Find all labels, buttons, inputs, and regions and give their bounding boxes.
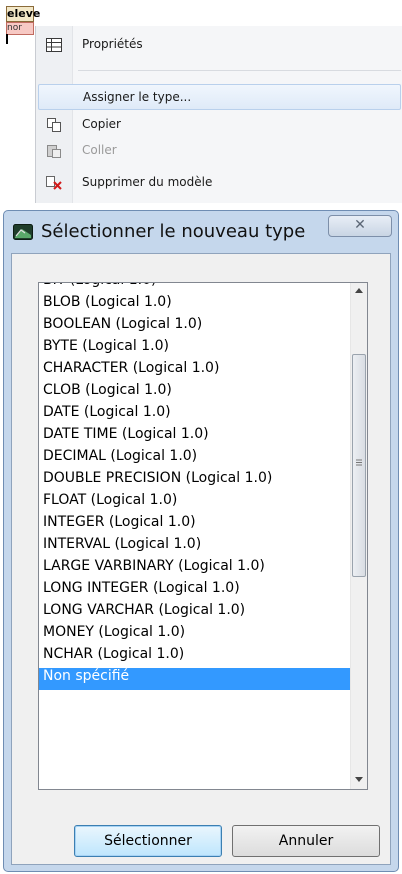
menu-item-label: Supprimer du modèle — [82, 175, 213, 189]
scroll-down-button[interactable] — [351, 772, 367, 789]
menu-item-assign-type[interactable]: Assigner le type... — [38, 84, 401, 110]
menu-item-label: Coller — [82, 143, 117, 157]
copy-icon — [47, 118, 61, 132]
list-item[interactable]: LARGE VARBINARY (Logical 1.0) — [39, 558, 352, 580]
menu-item-label: Propriétés — [82, 37, 143, 51]
menu-item-paste[interactable]: Coller — [36, 138, 402, 164]
menu-item-copy[interactable]: Copier — [36, 112, 402, 138]
app-icon — [13, 224, 33, 240]
list-item[interactable]: LONG INTEGER (Logical 1.0) — [39, 580, 352, 602]
delete-icon — [46, 176, 62, 190]
cancel-button[interactable]: Annuler — [232, 825, 380, 857]
list-item[interactable]: CHARACTER (Logical 1.0) — [39, 360, 352, 382]
grip-icon — [356, 459, 362, 466]
list-item[interactable]: BOOLEAN (Logical 1.0) — [39, 316, 352, 338]
list-item[interactable]: NCHAR (Logical 1.0) — [39, 646, 352, 668]
scrollbar-thumb[interactable] — [352, 354, 366, 577]
scroll-up-button[interactable] — [351, 283, 367, 300]
list-item[interactable]: CLOB (Logical 1.0) — [39, 382, 352, 404]
list-item[interactable]: DOUBLE PRECISION (Logical 1.0) — [39, 470, 352, 492]
list-item[interactable]: INTERVAL (Logical 1.0) — [39, 536, 352, 558]
menu-item-label: Copier — [82, 117, 121, 131]
menu-separator — [78, 70, 401, 71]
close-button[interactable]: ✕ — [328, 215, 392, 237]
entity-attribute[interactable]: nor — [6, 22, 34, 35]
list-item[interactable]: BLOB (Logical 1.0) — [39, 294, 352, 316]
type-listbox[interactable]: BIT (Logical 1.0)BLOB (Logical 1.0)BOOLE… — [38, 282, 368, 790]
dialog-client: BIT (Logical 1.0)BLOB (Logical 1.0)BOOLE… — [11, 253, 391, 865]
paste-icon — [47, 145, 61, 158]
list-item[interactable]: BYTE (Logical 1.0) — [39, 338, 352, 360]
table-icon — [46, 38, 62, 52]
menu-item-delete-from-model[interactable]: Supprimer du modèle — [36, 170, 402, 196]
menu-item-properties[interactable]: Propriétés — [36, 32, 402, 58]
list-item[interactable]: LONG VARCHAR (Logical 1.0) — [39, 602, 352, 624]
type-list: BIT (Logical 1.0)BLOB (Logical 1.0)BOOLE… — [39, 283, 352, 690]
select-type-dialog: Sélectionner le nouveau type ✕ BIT (Logi… — [3, 210, 399, 872]
list-item[interactable]: DATE TIME (Logical 1.0) — [39, 426, 352, 448]
entity-title[interactable]: eleve — [6, 6, 40, 22]
select-button[interactable]: Sélectionner — [74, 825, 222, 857]
list-item[interactable]: DATE (Logical 1.0) — [39, 404, 352, 426]
list-item[interactable]: MONEY (Logical 1.0) — [39, 624, 352, 646]
close-icon: ✕ — [354, 217, 366, 233]
vertical-scrollbar[interactable] — [350, 283, 367, 789]
context-menu: Propriétés Assigner le type... Copier Co… — [35, 26, 402, 203]
arrow-up-icon — [355, 288, 363, 293]
list-item[interactable]: INTEGER (Logical 1.0) — [39, 514, 352, 536]
entity-connector — [6, 34, 8, 44]
list-item[interactable]: BIT (Logical 1.0) — [39, 283, 352, 294]
list-item[interactable]: DECIMAL (Logical 1.0) — [39, 448, 352, 470]
arrow-down-icon — [355, 777, 363, 782]
dialog-title: Sélectionner le nouveau type — [41, 221, 306, 242]
menu-item-label: Assigner le type... — [83, 90, 192, 104]
list-item-selected[interactable]: Non spécifié — [39, 668, 352, 690]
list-item[interactable]: FLOAT (Logical 1.0) — [39, 492, 352, 514]
dialog-titlebar[interactable]: Sélectionner le nouveau type ✕ — [4, 211, 398, 253]
